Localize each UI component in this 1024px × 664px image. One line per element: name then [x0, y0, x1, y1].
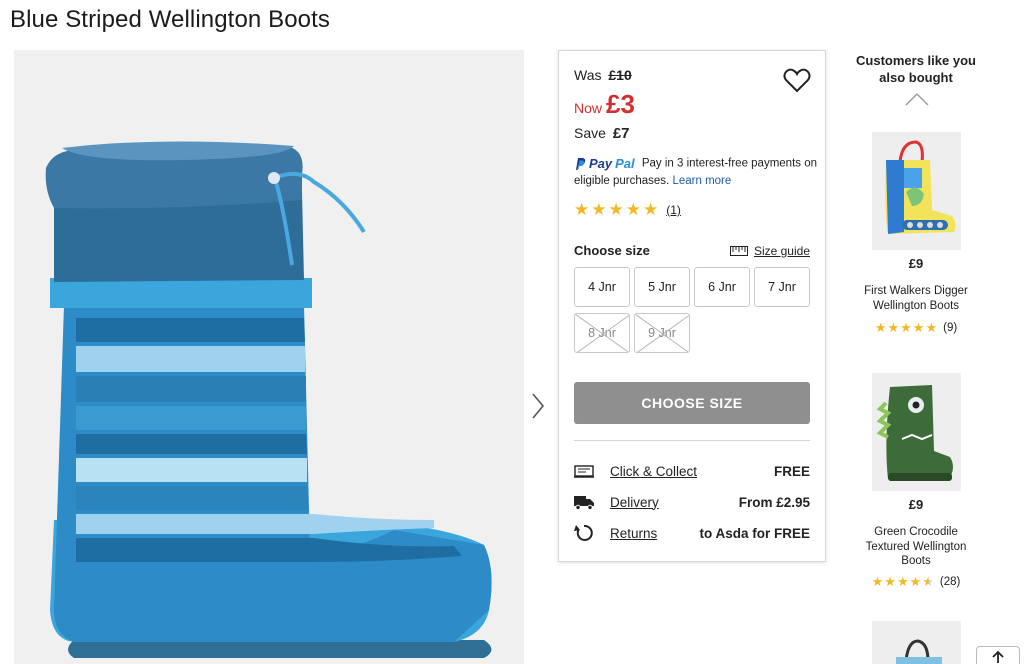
truck-icon	[574, 496, 594, 511]
now-price-amount: £3	[606, 89, 635, 119]
star-icon: ★	[871, 574, 884, 589]
now-price: Now £3	[574, 89, 635, 119]
star-icon: ★	[874, 320, 887, 335]
page-title: Blue Striped Wellington Boots	[10, 6, 330, 33]
learn-more-link[interactable]: Learn more	[672, 175, 731, 187]
star-icon: ★	[591, 200, 607, 219]
paypal-logo: Pay Pal	[574, 155, 635, 172]
recommendations-title: Customers like you also bought	[856, 53, 976, 85]
rec-item-name: First Walkers Digger Wellington Boots	[864, 285, 968, 312]
rec-item-price: £9	[908, 256, 924, 271]
size-guide-link[interactable]: Size guide	[729, 244, 810, 258]
boot-image-partial	[896, 639, 942, 664]
divider	[574, 440, 810, 441]
click-collect-link[interactable]: Click & Collect	[610, 464, 697, 479]
rec-item-digger-boots[interactable]: £9 First Walkers Digger Wellington Boots…	[848, 132, 984, 342]
size-option-8-jnr-unavailable[interactable]: 8 Jnr	[574, 313, 630, 353]
scroll-up-button[interactable]	[905, 92, 929, 106]
star-icon: ★	[887, 320, 900, 335]
review-count-link[interactable]: (1)	[666, 203, 681, 217]
buy-box: Was £10 Now £3 Save £7 Pay Pal Pay in 3 i…	[558, 50, 826, 562]
delivery-link[interactable]: Delivery	[610, 495, 659, 510]
size-option-6-jnr[interactable]: 6 Jnr	[694, 267, 750, 307]
was-price: Was £10	[574, 67, 632, 83]
delivery-row: Delivery From £2.95	[574, 492, 810, 512]
product-image[interactable]	[14, 50, 524, 664]
rec-item-rating: ★ ★ ★ ★ ★ (9)	[874, 320, 958, 335]
rec-item-image	[872, 621, 961, 664]
rec-item-crocodile-boots[interactable]: £9 Green Crocodile Textured Wellington B…	[848, 373, 984, 603]
returns-link[interactable]: Returns	[610, 526, 657, 541]
star-icon: ★	[574, 200, 590, 219]
size-option-7-jnr[interactable]: 7 Jnr	[754, 267, 810, 307]
crocodile-boot-image	[876, 385, 953, 481]
star-icon: ★	[625, 200, 641, 219]
size-option-5-jnr[interactable]: 5 Jnr	[634, 267, 690, 307]
choose-size-heading: Choose size	[574, 243, 650, 258]
star-icon: ★	[912, 320, 925, 335]
choose-size-button[interactable]: CHOOSE SIZE	[574, 382, 810, 424]
returns-icon	[574, 524, 593, 541]
star-icon: ★	[925, 320, 938, 335]
wishlist-button[interactable]	[783, 67, 811, 93]
back-to-top-button[interactable]	[976, 646, 1020, 664]
rec-item-price: £9	[908, 497, 924, 512]
wellington-boot-image	[45, 141, 492, 658]
heart-icon	[783, 68, 811, 93]
star-icon: ★	[884, 574, 896, 589]
half-star-icon: ★	[922, 574, 934, 589]
size-option-9-jnr-unavailable[interactable]: 9 Jnr	[634, 313, 690, 353]
size-option-4-jnr[interactable]: 4 Jnr	[574, 267, 630, 307]
click-collect-icon	[574, 465, 594, 478]
rec-item-name: Green Crocodile Textured Wellington Boot…	[865, 526, 967, 567]
rec-item-rating: ★ ★ ★ ★ ★ (28)	[871, 574, 961, 589]
star-icon: ★	[608, 200, 624, 219]
click-collect-row: Click & Collect FREE	[574, 461, 810, 481]
paypal-message: Pay Pal Pay in 3 interest-free payments o…	[574, 155, 818, 187]
next-image-arrow[interactable]	[527, 390, 549, 422]
save-amount: Save £7	[574, 125, 630, 142]
digger-boot-image	[885, 140, 956, 234]
unavailable-cross-icon	[575, 314, 629, 352]
rec-item-next-partial[interactable]	[848, 621, 984, 664]
paypal-icon	[576, 157, 586, 170]
star-icon: ★	[643, 200, 659, 219]
star-icon: ★	[896, 574, 909, 589]
star-icon: ★	[909, 574, 922, 589]
product-rating: ★ ★ ★ ★ ★ (1)	[574, 201, 681, 219]
unavailable-cross-icon	[635, 314, 689, 352]
rec-item-image	[872, 373, 961, 491]
arrow-up-icon	[992, 650, 1004, 663]
ruler-icon	[729, 246, 748, 256]
chevron-right-icon	[532, 393, 545, 419]
rec-item-image	[872, 132, 961, 250]
star-icon: ★	[900, 320, 912, 335]
returns-row: Returns to Asda for FREE	[574, 523, 810, 543]
chevron-up-icon	[905, 93, 929, 106]
was-price-amount: £10	[608, 67, 632, 83]
